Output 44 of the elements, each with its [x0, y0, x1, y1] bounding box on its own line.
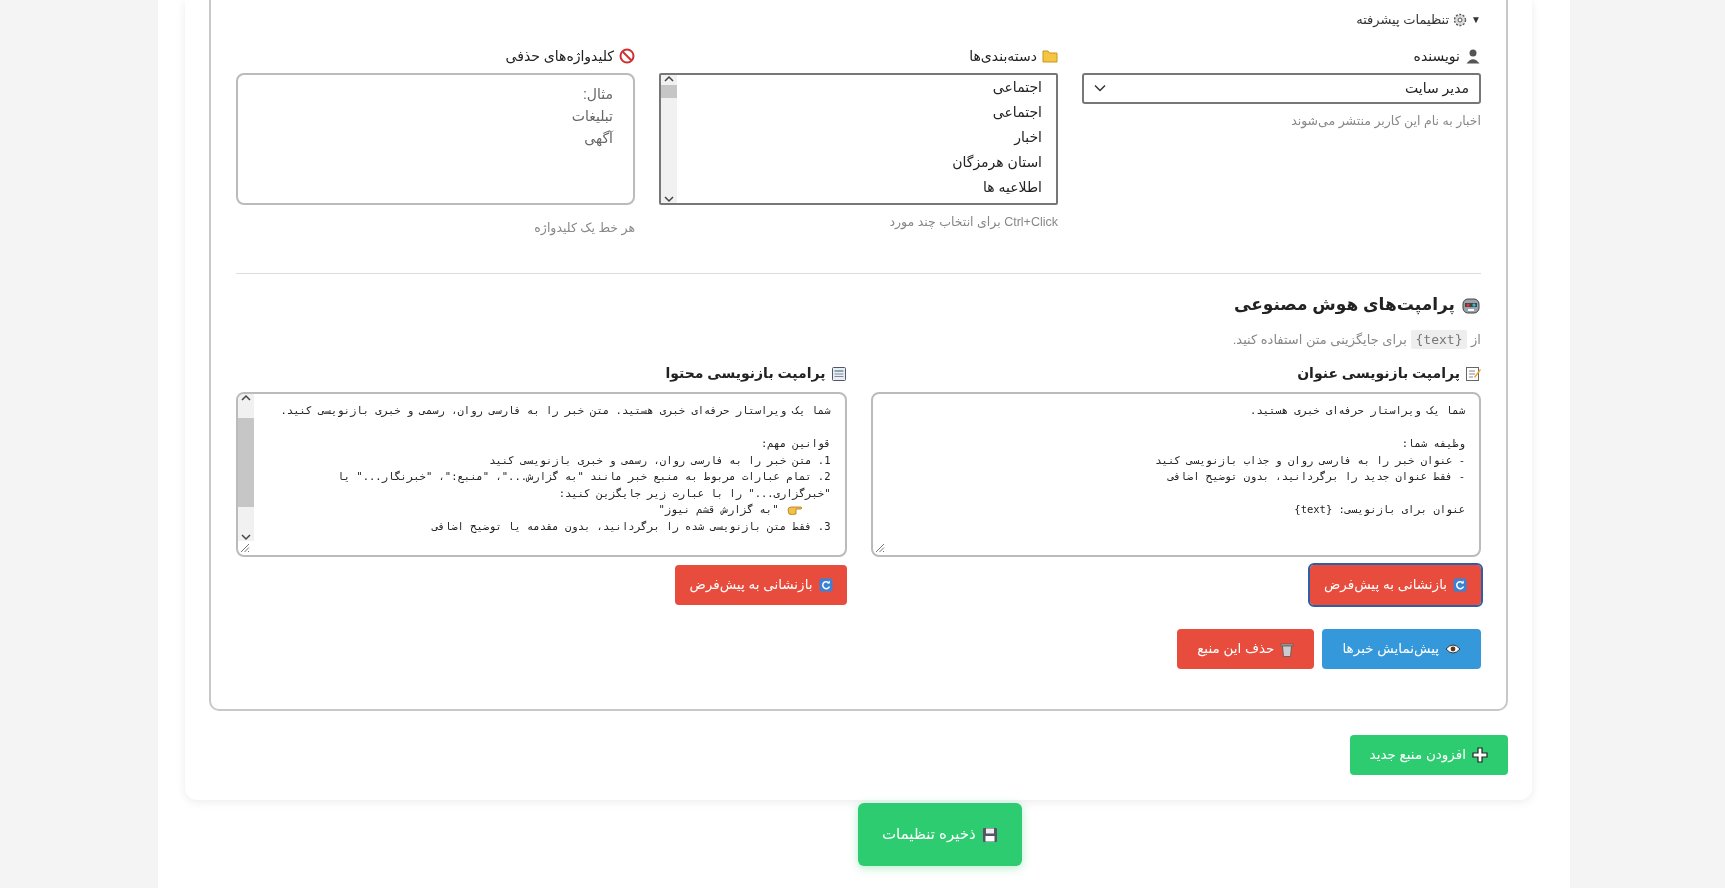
pointing-hand-icon	[786, 503, 803, 516]
category-option[interactable]: اخبار	[691, 124, 1042, 150]
scrollbar[interactable]	[238, 394, 254, 542]
person-icon	[1465, 48, 1481, 64]
scrollbar[interactable]	[661, 74, 677, 203]
folder-icon	[1042, 49, 1058, 63]
robot-icon	[1461, 295, 1481, 315]
prompt-field[interactable]: شما یک ویراستار حرفه‌ای خبری هستید. متن خبر را به فارسی روان، رسمی و خبری بازنویسی کنید. قوانین مهم: 1. متن خبر را به فارسی روان، رسمی و خبری بازنویسی کنید 2. تمام عبارات مربوط به منبع خبر مانند "به گزارش..."، "منبع:"، "خبرنگار..." یا "خبرگزاری..." را با عبارت زیر جایگزین کنید: "به گزارش قشم نیوز" 3. فقط متن بازنویسی شده را برگردانید، بدون مقدمه یا توضیح اضافی	[236, 392, 847, 558]
field-label: دسته‌بندی‌ها	[969, 46, 1037, 66]
category-option[interactable]: استان هرمزگان	[691, 149, 1042, 175]
prompt-label: پرامپت بازنویسی محتوا	[665, 364, 826, 384]
category-listbox[interactable]: اجتماعی اجتماعی اخبار استان هرمزگان اطلاعیه ها	[659, 72, 1058, 205]
prompt-label: پرامپت بازنویسی عنوان	[1297, 364, 1460, 384]
category-option[interactable]: اجتماعی	[691, 99, 1042, 125]
scrollbar-thumb[interactable]	[661, 84, 677, 99]
help-text: اخبار به نام این کاربر منتشر می‌شوند	[1290, 112, 1481, 131]
field-label: کلیدواژه‌های حذفی	[505, 46, 614, 67]
category-option[interactable]: اجتماعی	[691, 74, 1042, 100]
keywords-field[interactable]: مثال: تبلیغات آگهی	[236, 72, 635, 205]
help-text: Ctrl+Click برای انتخاب چند مورد	[888, 213, 1058, 232]
resize-grip-icon	[874, 543, 885, 554]
section-toggle[interactable]: تنظیمات پیشرفته	[1356, 10, 1450, 30]
resize-grip-icon	[240, 543, 250, 554]
prompt-field[interactable]: شما یک ویراستار حرفه‌ای خبری هستید. وظیفه شما: - عنوان خبر را به فارسی روان و جذاب بازنویسی کنید - فقط عنوان جدید را برگردانید، بدون توضیح اضافی عنوان برای بازنویسی: {text}	[870, 392, 1481, 558]
help-text: هر خط یک کلیدواژه	[533, 219, 635, 238]
field-label: نویسنده	[1413, 46, 1460, 67]
chevron-down-icon	[1094, 84, 1106, 92]
reset-button[interactable]: بازنشانی به پیش‌فرض	[1309, 565, 1481, 606]
section-heading: پرامپت‌های هوش مصنوعی	[1233, 294, 1455, 317]
prohibited-icon	[619, 48, 635, 64]
gear-icon	[1453, 12, 1468, 27]
delete-button[interactable]: حذف این منبع	[1177, 629, 1315, 670]
eye-icon	[1445, 643, 1461, 656]
trash-icon	[1280, 641, 1295, 657]
memo-icon	[1465, 365, 1481, 382]
plus-icon	[1472, 747, 1488, 764]
refresh-icon	[818, 578, 833, 593]
expanded-arrow[interactable]: ▼	[1471, 12, 1481, 28]
author-select[interactable]: مدیر سایت	[1082, 72, 1481, 104]
category-option[interactable]: اطلاعیه ها	[691, 174, 1042, 200]
scrollbar-thumb[interactable]	[238, 417, 254, 508]
document-icon	[830, 365, 847, 382]
reset-button[interactable]: بازنشانی به پیش‌فرض	[675, 565, 847, 606]
refresh-icon	[1453, 578, 1467, 593]
